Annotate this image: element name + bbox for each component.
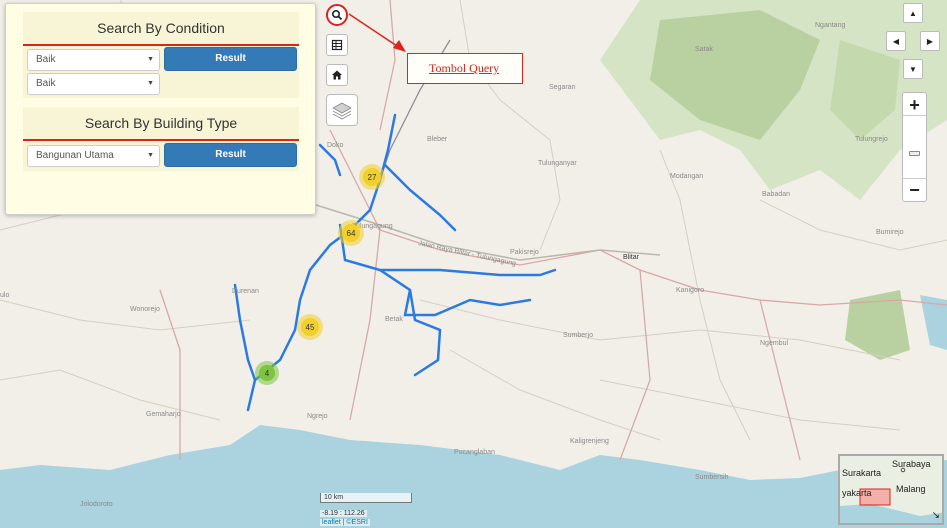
search-by-building-type-section: Search By Building Type Bangunan Utama ▼…: [23, 107, 299, 171]
minimap[interactable]: Surakarta Surabaya yakarta Malang ↘: [838, 454, 944, 525]
zoom-slider-handle[interactable]: [909, 151, 920, 156]
arrow-down-icon: ▼: [909, 64, 917, 74]
map-label-ngembul: Ngembul: [760, 340, 788, 347]
building-type-result-button[interactable]: Result: [164, 143, 297, 167]
map-label-bleber: Bleber: [427, 136, 448, 143]
map-label-segaran: Segaran: [549, 84, 576, 91]
map-label-durenan: Durenan: [232, 288, 259, 295]
layers-icon: [332, 102, 352, 120]
map-label-blitar: Blitar: [623, 254, 640, 261]
map-label-wonorejo: Wonorejo: [130, 306, 160, 313]
cluster-marker[interactable]: 27: [359, 164, 385, 190]
arrow-up-icon: ▲: [909, 8, 917, 18]
building-type-select[interactable]: Bangunan Utama ▼: [27, 145, 160, 167]
map-label-babadan: Babadan: [762, 191, 790, 198]
mouse-coordinates: -8.19 : 112.26: [320, 510, 367, 517]
pan-right-button[interactable]: ▶: [920, 31, 940, 51]
query-search-button[interactable]: [326, 4, 348, 26]
map-label-ngrejo: Ngrejo: [307, 413, 328, 420]
map-label-gemaharjo: Gemaharjo: [146, 411, 181, 418]
condition-select-2-value: Baik: [36, 78, 56, 89]
minimap-toggle-icon[interactable]: ↘: [932, 510, 940, 521]
condition-result-button[interactable]: Result: [164, 47, 297, 71]
cluster-marker[interactable]: 45: [297, 314, 323, 340]
annotation-label: Tombol Query: [407, 53, 523, 84]
map-label-pakisrejo: Pakisrejo: [510, 249, 539, 256]
search-by-condition-title: Search By Condition: [23, 12, 299, 46]
map-label-jolodoroto: Jolodoroto: [80, 501, 113, 508]
map-label-tulungrejo: Tulungrejo: [855, 136, 888, 143]
map-label-betak: Betak: [385, 316, 403, 323]
arrow-right-icon: ▶: [926, 36, 934, 46]
arrow-left-icon: ◀: [892, 36, 900, 46]
cluster-marker[interactable]: 64: [338, 220, 364, 246]
scale-bar: 10 km: [320, 493, 412, 503]
pan-left-button[interactable]: ◀: [886, 31, 906, 51]
map-label-tulunganyar: Tulunganyar: [538, 160, 577, 167]
cluster-marker[interactable]: 4: [255, 361, 279, 385]
attribution[interactable]: leaflet | ©ESRI: [320, 519, 370, 526]
layers-button[interactable]: [326, 94, 358, 126]
map-label-ngantang: Ngantang: [815, 22, 845, 29]
chevron-down-icon: ▼: [147, 80, 154, 87]
search-by-building-type-title: Search By Building Type: [23, 107, 299, 141]
map-label-bumirejo: Bumirejo: [876, 229, 904, 236]
chevron-down-icon: ▼: [147, 152, 154, 159]
minimap-label-surakarta: Surakarta: [842, 468, 882, 478]
map-label-modangan: Modangan: [670, 173, 703, 180]
svg-text:64: 64: [347, 229, 356, 238]
minimap-label-yakarta: yakarta: [842, 488, 872, 498]
home-button[interactable]: [326, 64, 348, 86]
zoom-control: + −: [902, 92, 927, 202]
map-label-doko: Doko: [327, 142, 343, 149]
map-label-sumberjo: Sumberjo: [563, 332, 593, 339]
map-label-ulo: ulo: [0, 292, 9, 299]
condition-select-1[interactable]: Baik ▼: [27, 49, 160, 71]
search-by-condition-section: Search By Condition Baik ▼ Result Baik ▼: [23, 12, 299, 98]
pan-up-button[interactable]: ▲: [903, 3, 923, 23]
search-icon: [331, 9, 343, 21]
svg-text:27: 27: [368, 173, 377, 182]
svg-text:4: 4: [265, 369, 270, 378]
pan-down-button[interactable]: ▼: [903, 59, 923, 79]
query-panel: Search By Condition Baik ▼ Result Baik ▼…: [5, 3, 316, 215]
map-label-sumbersih: Sumbersih: [695, 474, 729, 481]
svg-text:45: 45: [306, 323, 315, 332]
building-type-select-value: Bangunan Utama: [36, 150, 114, 161]
map-label-satak: Satak: [695, 46, 713, 53]
chevron-down-icon: ▼: [147, 56, 154, 63]
zoom-out-button[interactable]: −: [903, 178, 926, 200]
minimap-label-malang: Malang: [896, 484, 926, 494]
condition-select-1-value: Baik: [36, 54, 56, 65]
home-icon: [332, 70, 342, 80]
condition-select-2[interactable]: Baik ▼: [27, 73, 160, 95]
table-button[interactable]: [326, 34, 348, 56]
zoom-in-button[interactable]: +: [903, 94, 926, 116]
map-label-kanigoro: Kanigoro: [676, 287, 704, 294]
minimap-label-surabaya: Surabaya: [892, 459, 931, 469]
table-icon: [331, 39, 343, 51]
map-label-pucanglaban: Pucanglaban: [454, 449, 495, 456]
map-label-kaligrenjeng: Kaligrenjeng: [570, 438, 609, 445]
